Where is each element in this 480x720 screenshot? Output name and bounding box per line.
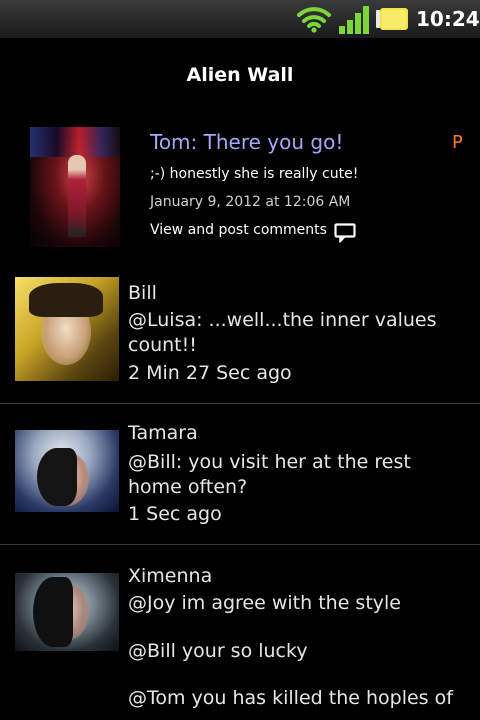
featured-post-photo[interactable] [30, 127, 120, 247]
feed-message: @Luisa: ...well...the inner values count… [128, 309, 437, 356]
feed-author[interactable]: Bill [128, 282, 157, 304]
avatar-hair [29, 283, 103, 317]
status-clock: 10:24 [416, 7, 480, 31]
performer-figure [68, 155, 86, 237]
list-item[interactable]: Tamara @Bill: you visit her at the rest … [0, 404, 480, 545]
avatar[interactable] [15, 573, 119, 651]
avatar[interactable] [15, 277, 119, 381]
featured-post-text: ;-) honestly she is really cute! [150, 166, 359, 182]
feed-timestamp: 2 Min 27 Sec ago [128, 362, 292, 384]
stage-lights [30, 127, 120, 157]
feed-timestamp: 1 Sec ago [128, 503, 222, 525]
feed-message-line: @Tom you has killed the hoples of [128, 687, 453, 709]
page-title: Alien Wall [186, 64, 294, 86]
avatar-hair [37, 448, 77, 506]
avatar[interactable] [15, 430, 119, 512]
list-item[interactable]: Bill @Luisa: ...well...the inner values … [0, 263, 480, 404]
feed-message: @Bill: you visit her at the rest home of… [128, 451, 411, 498]
signal-icon [339, 6, 369, 34]
feed-message-line: @Bill your so lucky [128, 640, 308, 662]
feed-author[interactable]: Tamara [128, 422, 198, 444]
list-item[interactable]: Ximenna @Joy im agree with the style @Bi… [0, 545, 480, 720]
wifi-icon [297, 7, 331, 33]
featured-post-title[interactable]: Tom: There you go! [150, 130, 343, 154]
screen: 10:24 Alien Wall Tom: There you go! P ;-… [0, 0, 480, 720]
view-comments-link[interactable]: View and post comments [150, 222, 327, 238]
status-bar: 10:24 [0, 0, 480, 39]
feed-message-line: @Joy im agree with the style [128, 592, 401, 614]
battery-icon [376, 8, 408, 30]
feed-author[interactable]: Ximenna [128, 565, 212, 587]
comment-icon[interactable] [334, 223, 356, 243]
featured-post[interactable]: Tom: There you go! P ;-) honestly she is… [0, 113, 480, 263]
avatar-hair [33, 577, 73, 647]
title-bar: Alien Wall [0, 38, 480, 113]
featured-post-badge: P [452, 132, 463, 153]
featured-post-date: January 9, 2012 at 12:06 AM [150, 194, 351, 210]
